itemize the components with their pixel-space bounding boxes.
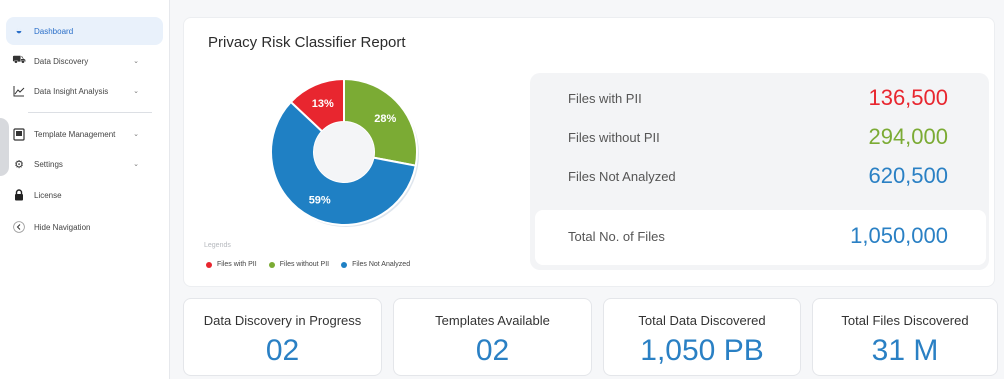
truck-icon: ⛟ [12, 54, 26, 66]
report-title: Privacy Risk Classifier Report [208, 34, 406, 51]
donut-center [314, 122, 374, 182]
sidebar-item-label: Hide Navigation [34, 222, 91, 232]
stat-label: Files without PII [568, 129, 660, 145]
lock-icon [12, 188, 26, 202]
line-chart-icon [12, 84, 26, 98]
donut-label-files-without-pii: 28% [374, 113, 396, 125]
card-value: 02 [265, 334, 300, 367]
legend-item-files-with-pii: Files with PII [206, 261, 257, 268]
card-total-files-discovered: Total Files Discovered 31 M [812, 298, 998, 376]
privacy-risk-report-panel: Privacy Risk Classifier Report 13% 28% 59%… [183, 17, 995, 287]
chevron-left-icon [12, 220, 26, 234]
stat-row-total-files: Total No. of Files 1,050,000 [568, 223, 948, 249]
template-icon [12, 127, 26, 141]
stat-value: 294,000 [868, 124, 948, 149]
sidebar-item-label: Dashboard [34, 26, 74, 36]
card-label: Total Data Discovered [638, 313, 766, 328]
file-stats-panel: Files with PII 136,500 Files without PII… [530, 73, 989, 270]
sidebar-item-license[interactable]: License [6, 181, 163, 209]
legend-item-files-without-pii: Files without PII [268, 261, 330, 268]
privacy-risk-donut-chart: 13% 28% 59% [270, 77, 419, 227]
sidebar-item-label: License [34, 190, 62, 200]
sidebar-item-hide-navigation[interactable]: Hide Navigation [6, 213, 163, 241]
stat-row-files-not-analyzed: Files Not Analyzed 620,500 [568, 163, 948, 189]
gauge-icon: ◒ [15, 25, 23, 37]
card-value: 31 M [871, 334, 939, 367]
sidebar-item-dashboard[interactable]: ◒ Dashboard [6, 17, 163, 45]
stat-label: Files Not Analyzed [568, 168, 676, 184]
total-files-box: Total No. of Files 1,050,000 [535, 210, 986, 265]
card-label: Data Discovery in Progress [203, 313, 362, 328]
chevron-down-icon: ⌄ [133, 161, 139, 168]
card-value: 1,050 PB [640, 334, 764, 367]
legend-dot [341, 261, 348, 268]
card-label: Total Files Discovered [841, 313, 969, 328]
sidebar-item-data-discovery[interactable]: ⛟ Data Discovery ⌄ [6, 47, 163, 75]
sidebar: ◒ Dashboard ⛟ Data Discovery ⌄ Data Insi… [0, 0, 170, 379]
chart-legend: Files with PII Files without PII Files N… [206, 261, 410, 268]
sidebar-item-label: Data Discovery [34, 56, 89, 66]
legend-label: Files Not Analyzed [352, 261, 411, 268]
gear-icon: ⚙ [14, 158, 24, 171]
sidebar-item-label: Template Management [34, 129, 116, 139]
card-total-data-discovered: Total Data Discovered 1,050 PB [603, 298, 801, 376]
donut-label-files-with-pii: 13% [312, 98, 334, 110]
card-value: 02 [475, 334, 510, 367]
total-label: Total No. of Files [568, 228, 665, 244]
sidebar-item-label: Data Insight Analysis [34, 86, 109, 96]
stat-label: Files with PII [568, 90, 642, 106]
legend-title: Legends [204, 242, 231, 249]
stat-row-files-with-pii: Files with PII 136,500 [568, 85, 948, 111]
legend-dot [206, 261, 212, 268]
stat-value: 620,500 [868, 163, 948, 188]
chevron-down-icon: ⌄ [133, 88, 139, 95]
chevron-down-icon: ⌄ [133, 131, 139, 138]
sidebar-item-data-insight-analysis[interactable]: Data Insight Analysis ⌄ [6, 77, 163, 105]
card-templates-available: Templates Available 02 [393, 298, 592, 376]
sidebar-item-settings[interactable]: ⚙ Settings ⌄ [6, 150, 163, 178]
legend-label: Files with PII [217, 261, 257, 268]
card-label: Templates Available [435, 313, 550, 328]
stat-row-files-without-pii: Files without PII 294,000 [568, 124, 948, 150]
card-data-discovery-in-progress: Data Discovery in Progress 02 [183, 298, 382, 376]
sidebar-item-label: Settings [34, 159, 63, 169]
donut-label-files-not-analyzed: 59% [309, 195, 331, 207]
chevron-down-icon: ⌄ [133, 58, 139, 65]
legend-dot [268, 261, 275, 268]
legend-item-files-not-analyzed: Files Not Analyzed [341, 261, 410, 268]
legend-label: Files without PII [279, 261, 330, 268]
stat-value: 136,500 [868, 85, 948, 110]
sidebar-item-template-management[interactable]: Template Management ⌄ [6, 120, 163, 148]
sidebar-divider [28, 112, 152, 113]
total-value: 1,050,000 [850, 223, 948, 248]
